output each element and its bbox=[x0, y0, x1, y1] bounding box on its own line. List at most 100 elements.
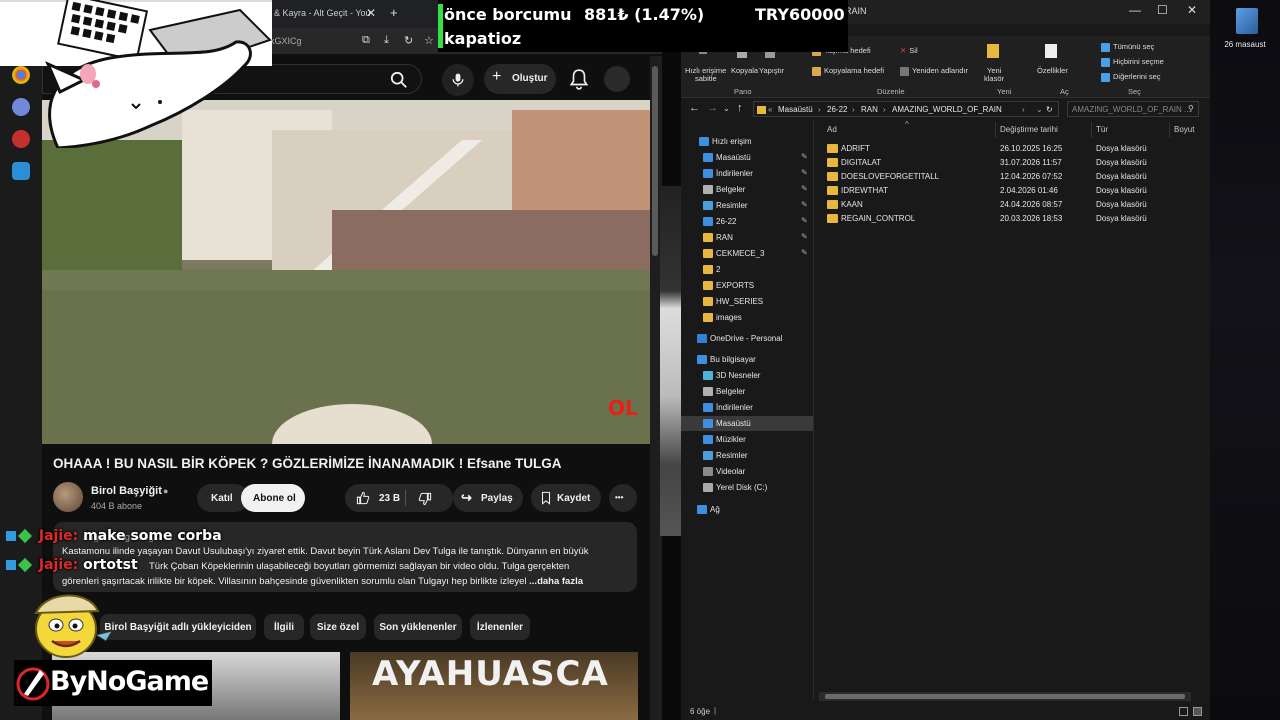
show-more-link[interactable]: ...daha fazla bbox=[529, 576, 583, 587]
back-arrow-icon[interactable]: ← bbox=[689, 102, 700, 114]
pin-icon[interactable]: ✎ bbox=[801, 200, 808, 209]
pane-divider[interactable] bbox=[813, 120, 814, 700]
tree-item[interactable]: Bu bilgisayar bbox=[681, 352, 813, 367]
select-none-button[interactable]: Hiçbirini seçme bbox=[1101, 57, 1164, 67]
screenshot-icon[interactable]: ⧉ bbox=[362, 34, 370, 47]
copy-to-button[interactable]: Kopyalama hedefi bbox=[812, 66, 884, 76]
tree-item[interactable]: Yerel Disk (C:) bbox=[681, 480, 813, 495]
search-icon[interactable] bbox=[390, 71, 408, 89]
breadcrumb-item[interactable]: RAN bbox=[861, 105, 878, 114]
column-separator[interactable] bbox=[1169, 122, 1170, 138]
subscribe-button[interactable]: Abone ol bbox=[241, 484, 305, 512]
app-icon[interactable] bbox=[12, 162, 30, 180]
address-bar[interactable]: « Masaüstü › 26-22 › RAN › AMAZING_WORLD… bbox=[753, 101, 1059, 117]
pin-icon[interactable]: ✎ bbox=[801, 232, 808, 241]
chip-related[interactable]: İlgili bbox=[264, 614, 304, 640]
forward-arrow-icon[interactable]: → bbox=[707, 102, 718, 114]
chip-recent[interactable]: Son yüklenenler bbox=[374, 614, 462, 640]
paste-button[interactable]: Yapıştır bbox=[759, 66, 784, 75]
pin-icon[interactable]: ✎ bbox=[801, 216, 808, 225]
microphone-button[interactable] bbox=[442, 64, 474, 96]
tree-item[interactable]: Belgeler bbox=[681, 384, 813, 399]
rename-button[interactable]: Yeniden adlandır bbox=[900, 66, 968, 76]
breadcrumb-item[interactable]: AMAZING_WORLD_OF_RAIN bbox=[892, 105, 1002, 114]
minimize-icon[interactable]: — bbox=[1129, 3, 1141, 17]
pin-icon[interactable]: ✎ bbox=[801, 184, 808, 193]
tree-item[interactable]: Ağ bbox=[681, 502, 813, 517]
tree-item[interactable]: İndirilenler ✎ bbox=[681, 166, 813, 181]
tree-item[interactable]: Resimler bbox=[681, 448, 813, 463]
folder-search-input[interactable]: AMAZING_WORLD_OF_RAIN ... ⚲ bbox=[1067, 101, 1199, 117]
column-separator[interactable] bbox=[995, 122, 996, 138]
close-icon[interactable]: ✕ bbox=[1187, 3, 1197, 17]
more-actions-button[interactable]: ••• bbox=[609, 484, 637, 512]
new-tab-icon[interactable]: + bbox=[390, 5, 398, 20]
url-text[interactable]: kGXICg bbox=[270, 36, 302, 46]
thumbs-down-icon[interactable] bbox=[417, 491, 433, 507]
column-name[interactable]: Ad bbox=[827, 125, 837, 134]
breadcrumb-item[interactable]: 26-22 bbox=[827, 105, 847, 114]
column-date[interactable]: Değiştirme tarihi bbox=[1000, 125, 1058, 134]
tree-item[interactable]: Resimler ✎ bbox=[681, 198, 813, 213]
file-row[interactable]: REGAIN_CONTROL 20.03.2026 18:53 Dosya klas… bbox=[819, 212, 1210, 226]
desktop-shortcut-label[interactable]: 26 masaust bbox=[1210, 40, 1280, 49]
user-avatar[interactable] bbox=[604, 66, 630, 92]
up-arrow-icon[interactable]: ↑ bbox=[737, 102, 743, 114]
tree-item[interactable]: İndirilenler bbox=[681, 400, 813, 415]
tree-item[interactable]: OneDrive - Personal bbox=[681, 331, 813, 346]
column-type[interactable]: Tür bbox=[1096, 125, 1108, 134]
tree-item[interactable]: images bbox=[681, 310, 813, 325]
channel-avatar[interactable] bbox=[53, 482, 83, 512]
new-folder-button[interactable]: klasör bbox=[984, 74, 1004, 83]
tree-item[interactable]: Masaüstü ✎ bbox=[681, 150, 813, 165]
invert-selection-button[interactable]: Diğerlerini seç bbox=[1101, 72, 1161, 82]
pin-icon[interactable]: ✎ bbox=[801, 168, 808, 177]
desktop-shortcut-icon[interactable] bbox=[1236, 8, 1258, 34]
properties-button[interactable]: Özellikler bbox=[1037, 66, 1068, 75]
copy-button[interactable]: Kopyala bbox=[731, 66, 758, 75]
scrollbar-thumb[interactable] bbox=[825, 694, 1185, 699]
large-icons-view-icon[interactable] bbox=[1193, 707, 1202, 716]
pin-icon[interactable]: ✎ bbox=[801, 248, 808, 257]
maximize-icon[interactable]: ☐ bbox=[1157, 3, 1168, 17]
star-icon[interactable]: ☆ bbox=[424, 34, 434, 47]
horizontal-scrollbar[interactable] bbox=[819, 692, 1191, 701]
tree-item[interactable]: EXPORTS bbox=[681, 278, 813, 293]
bell-icon[interactable] bbox=[568, 68, 590, 90]
chevron-down-icon[interactable]: ⌄ bbox=[723, 104, 730, 113]
file-row[interactable]: ADRIFT 26.10.2025 16:25 Dosya klasörü bbox=[819, 142, 1210, 156]
like-button[interactable]: 23 B bbox=[345, 484, 453, 512]
pin-icon[interactable]: ✎ bbox=[801, 152, 808, 161]
file-row[interactable]: IDREWTHAT 2.04.2026 01:46 Dosya klasörü bbox=[819, 184, 1210, 198]
file-row[interactable]: KAAN 24.04.2026 08:57 Dosya klasörü bbox=[819, 198, 1210, 212]
refresh-icon[interactable]: ↻ bbox=[1046, 105, 1053, 114]
tree-item[interactable]: RAN ✎ bbox=[681, 230, 813, 245]
file-row[interactable]: DIGITALAT 31.07.2026 11:57 Dosya klasörü bbox=[819, 156, 1210, 170]
tree-item[interactable]: 26-22 ✎ bbox=[681, 214, 813, 229]
tree-item[interactable]: CEKMECE_3 ✎ bbox=[681, 246, 813, 261]
tab-title[interactable]: & Kayra - Alt Geçit - You bbox=[274, 8, 371, 18]
video-thumbnail[interactable]: AYAHUASCA bbox=[350, 652, 638, 720]
create-button[interactable]: + Oluştur bbox=[484, 64, 556, 94]
properties-icon[interactable] bbox=[1045, 44, 1057, 58]
delete-button[interactable]: ✕ Sil bbox=[900, 46, 918, 55]
tree-item[interactable]: Masaüstü bbox=[681, 416, 813, 431]
details-view-icon[interactable] bbox=[1179, 707, 1188, 716]
tree-item[interactable]: Belgeler ✎ bbox=[681, 182, 813, 197]
tree-item[interactable]: HW_SERIES bbox=[681, 294, 813, 309]
download-icon[interactable]: ⤓ bbox=[384, 34, 389, 47]
scrollbar-thumb[interactable] bbox=[652, 66, 658, 256]
tree-item[interactable]: Hızlı erişim bbox=[681, 134, 813, 149]
refresh-icon[interactable]: ↻ bbox=[404, 34, 413, 47]
file-row[interactable]: DOESLOVEFORGETITALL 12.04.2026 07:52 Dosya… bbox=[819, 170, 1210, 184]
tree-item[interactable]: 2 bbox=[681, 262, 813, 277]
new-folder-icon[interactable] bbox=[987, 44, 999, 58]
select-all-button[interactable]: Tümünü seç bbox=[1101, 42, 1154, 52]
channel-name[interactable]: Birol Başyiğit bbox=[91, 485, 162, 497]
column-separator[interactable] bbox=[1091, 122, 1092, 138]
breadcrumb-item[interactable]: Masaüstü bbox=[778, 105, 813, 114]
tree-item[interactable]: 3D Nesneler bbox=[681, 368, 813, 383]
tree-item[interactable]: Videolar bbox=[681, 464, 813, 479]
tree-item[interactable]: Müzikler bbox=[681, 432, 813, 447]
save-button[interactable]: Kaydet bbox=[531, 484, 601, 512]
